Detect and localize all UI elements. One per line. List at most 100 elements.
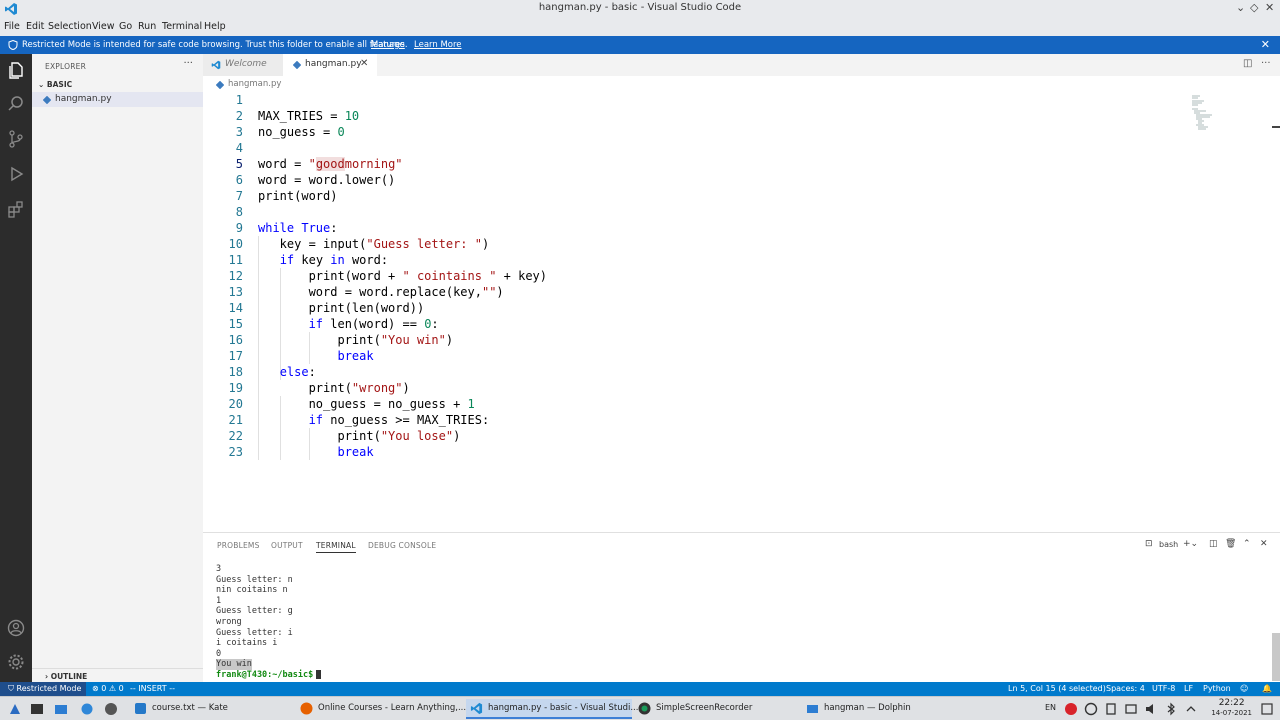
new-terminal-icon[interactable]: +⌄	[1183, 539, 1198, 549]
code-line: no_guess = 0	[258, 125, 345, 139]
menu-help[interactable]: Help	[204, 21, 226, 32]
task-firefox[interactable]: Online Courses - Learn Anything,...	[296, 699, 466, 719]
recorder-icon	[638, 702, 651, 715]
extensions-icon[interactable]	[6, 199, 26, 219]
close-banner-icon[interactable]: ✕	[1261, 38, 1270, 51]
minimap[interactable]	[1190, 94, 1250, 134]
more-actions-icon[interactable]: ···	[1261, 58, 1271, 69]
code-line: word = word.replace(key,"")	[258, 285, 504, 299]
outline-section[interactable]: › OUTLINE	[32, 668, 203, 682]
expand-tray-icon[interactable]	[1184, 702, 1198, 716]
explorer-icon[interactable]	[6, 60, 26, 80]
terminal-app-icon[interactable]	[30, 702, 44, 716]
menu-edit[interactable]: Edit	[26, 21, 44, 32]
explorer-sidebar: EXPLORER ··· ⌄ BASIC hangman.py › OUTLIN…	[32, 54, 203, 682]
task-vscode[interactable]: hangman.py - basic - Visual Studi...	[466, 699, 638, 719]
record-icon[interactable]	[1064, 702, 1078, 716]
restricted-mode-status[interactable]: ⛉ Restricted Mode	[0, 682, 86, 696]
breadcrumb-file[interactable]: hangman.py	[228, 79, 281, 89]
learn-more-link[interactable]: Learn More	[414, 40, 462, 50]
task-kate[interactable]: course.txt — Kate	[130, 699, 290, 719]
indentation-status[interactable]: Spaces: 4	[1106, 684, 1145, 693]
line-number: 6	[235, 173, 243, 187]
tab-label: Welcome	[225, 59, 267, 69]
menu-view[interactable]: View	[92, 21, 115, 32]
panel-tab-problems[interactable]: PROBLEMS	[217, 541, 260, 550]
code-editor[interactable]: 1 2 3 4 5 6 7 8 9 10 11 12 13 14 15 16 1…	[203, 92, 1280, 532]
run-debug-icon[interactable]	[6, 164, 26, 184]
task-screen-recorder[interactable]: SimpleScreenRecorder	[634, 699, 800, 719]
breadcrumb: hangman.py	[203, 76, 1280, 92]
shield-icon	[8, 40, 18, 50]
shell-selector[interactable]: bash	[1159, 540, 1178, 549]
tab-welcome[interactable]: Welcome	[203, 54, 283, 76]
notifications-icon[interactable]: 🔔	[1262, 684, 1272, 693]
account-icon[interactable]	[6, 618, 26, 638]
code-line: if len(word) == 0:	[308, 317, 439, 331]
problems-status[interactable]: ⊗ 0 ⚠ 0	[92, 684, 124, 693]
updates-icon[interactable]	[1084, 702, 1098, 716]
more-actions-icon[interactable]: ···	[183, 58, 193, 69]
bottom-panel: PROBLEMS OUTPUT TERMINAL DEBUG CONSOLE ⊡…	[203, 532, 1280, 682]
code-line: if no_guess >= MAX_TRIES:	[308, 413, 490, 427]
panel-tab-terminal[interactable]: TERMINAL	[316, 541, 356, 553]
menu-go[interactable]: Go	[119, 21, 132, 32]
devices-icon[interactable]	[1124, 702, 1138, 716]
tab-hangman[interactable]: hangman.py ✕	[283, 54, 377, 76]
gear-icon[interactable]	[6, 652, 26, 672]
keyboard-layout-indicator[interactable]: EN	[1045, 703, 1056, 712]
show-desktop-icon[interactable]	[1260, 702, 1274, 716]
cursor-position-status[interactable]: Ln 5, Col 15 (4 selected)	[1008, 684, 1106, 693]
code-line: print("wrong")	[258, 381, 410, 395]
task-dolphin[interactable]: hangman — Dolphin	[802, 699, 968, 719]
close-tab-icon[interactable]: ✕	[360, 58, 368, 69]
search-icon[interactable]	[6, 94, 26, 114]
line-number: 3	[235, 125, 243, 139]
window-title: hangman.py - basic - Visual Studio Code	[538, 2, 742, 13]
maximize-panel-icon[interactable]: ⌃	[1243, 539, 1251, 549]
app-launcher-icon[interactable]	[8, 702, 22, 716]
settings-app-icon[interactable]	[80, 702, 94, 716]
encoding-status[interactable]: UTF-8	[1152, 684, 1175, 693]
trash-icon[interactable]: 🗑	[1225, 539, 1236, 549]
kate-icon	[135, 703, 146, 714]
code-line: word = "goodmorning"	[258, 157, 403, 171]
panel-tab-output[interactable]: OUTPUT	[271, 541, 303, 550]
eol-status[interactable]: LF	[1184, 684, 1193, 693]
code-line: break	[337, 349, 374, 363]
line-number: 18	[228, 365, 243, 379]
menu-file[interactable]: File	[4, 21, 20, 32]
panel-tab-debug-console[interactable]: DEBUG CONSOLE	[368, 541, 436, 550]
bluetooth-icon[interactable]	[1164, 702, 1178, 716]
clock[interactable]: 22:22 14-07-2021	[1211, 698, 1252, 718]
errors-count: 0	[101, 684, 107, 693]
file-item-hangman[interactable]: hangman.py	[32, 92, 203, 107]
maximize-icon[interactable]: ◇	[1250, 1, 1258, 14]
menu-run[interactable]: Run	[138, 21, 156, 32]
line-number: 21	[228, 413, 243, 427]
feedback-icon[interactable]: ☺	[1240, 684, 1248, 693]
split-editor-icon[interactable]: ◫	[1243, 58, 1252, 69]
minimize-icon[interactable]: ⌄	[1236, 1, 1245, 14]
menu-selection[interactable]: Selection	[48, 21, 92, 32]
clipboard-icon[interactable]	[1104, 702, 1118, 716]
terminal-prompt-line: frank@T430:~/basic$	[216, 670, 322, 681]
browser-app-icon[interactable]	[104, 702, 118, 716]
clock-time: 22:22	[1218, 698, 1245, 708]
folder-section-basic[interactable]: ⌄ BASIC	[38, 80, 72, 89]
close-window-icon[interactable]: ✕	[1265, 1, 1274, 14]
file-item-label: hangman.py	[55, 94, 112, 104]
split-terminal-icon[interactable]: ◫	[1209, 539, 1218, 549]
close-panel-icon[interactable]: ✕	[1260, 539, 1268, 549]
task-label: course.txt — Kate	[152, 703, 228, 713]
manage-link[interactable]: Manage	[371, 40, 405, 50]
editor-tabs: Welcome hangman.py ✕ ◫ ···	[203, 54, 1280, 76]
terminal-line: Guess letter: n	[216, 574, 293, 585]
language-status[interactable]: Python	[1203, 684, 1231, 693]
source-control-icon[interactable]	[6, 129, 26, 149]
terminal-scrollbar[interactable]	[1272, 633, 1280, 681]
files-app-icon[interactable]	[54, 702, 68, 716]
line-number: 19	[228, 381, 243, 395]
menu-terminal[interactable]: Terminal	[162, 21, 202, 32]
volume-icon[interactable]	[1144, 702, 1158, 716]
